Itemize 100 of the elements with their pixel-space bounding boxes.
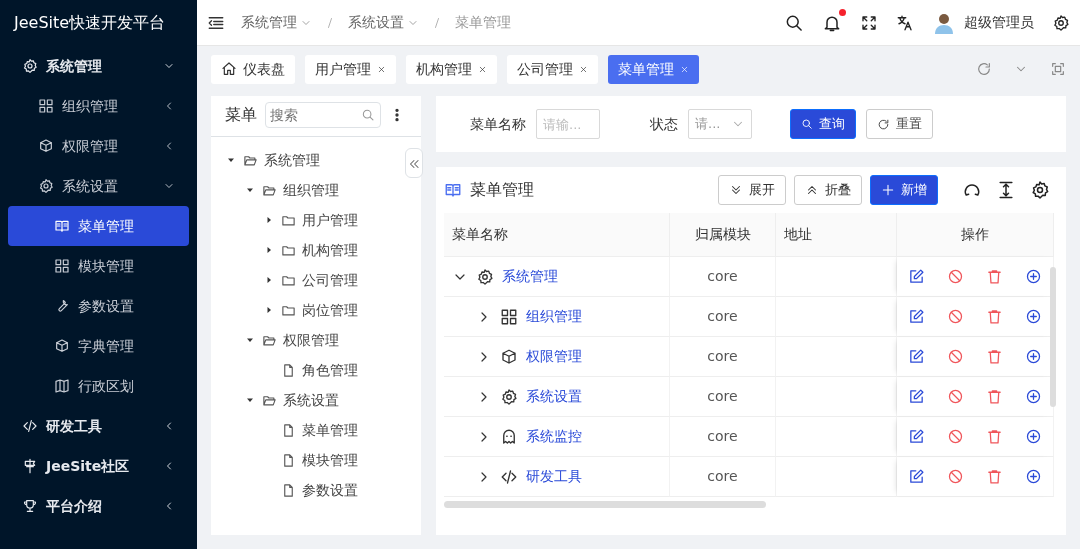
column-header: 操作 [897,213,1054,257]
grid-icon [500,307,518,326]
edit-icon[interactable] [908,468,925,485]
settings-icon[interactable] [1030,180,1050,200]
table-cell: core [670,257,776,297]
tree-node[interactable]: 菜单管理 [211,415,362,445]
translate-icon[interactable] [896,13,914,32]
expand-button[interactable]: 展开 [718,175,786,205]
collapse-button[interactable]: 折叠 [794,175,862,205]
vertical-scrollbar[interactable] [1050,267,1056,407]
collapse-panel-button[interactable] [405,148,423,178]
tree-node[interactable]: 机构管理 [211,235,362,265]
sidebar-item[interactable]: 系统设置 [8,166,189,206]
reload-icon [877,117,890,131]
sidebar-item[interactable]: 组织管理 [8,86,189,126]
edit-icon[interactable] [908,268,925,285]
page-tab[interactable]: 仪表盘 [211,54,295,84]
sidebar-item[interactable]: 系统管理 [8,46,189,86]
page-tab[interactable]: 公司管理 [507,54,598,84]
tree-node[interactable]: 组织管理 [211,175,343,205]
add-circle-icon[interactable] [1025,348,1042,365]
tree-node[interactable]: 模块管理 [211,445,362,475]
file-icon [281,452,296,468]
gear-icon [500,387,518,406]
edit-icon[interactable] [908,428,925,445]
add-circle-icon[interactable] [1025,428,1042,445]
fullscreen-icon[interactable] [860,13,878,32]
field-label: 菜单名称 [470,114,526,134]
trash-icon[interactable] [986,468,1003,485]
add-circle-icon[interactable] [1025,268,1042,285]
tree-node[interactable]: 参数设置 [211,475,362,505]
edit-icon[interactable] [908,388,925,405]
sidebar-item[interactable]: 模块管理 [8,246,189,286]
table-cell: core [670,457,776,497]
tree-node[interactable]: 角色管理 [211,355,362,385]
page-tab[interactable]: 菜单管理 [608,54,699,84]
disable-icon[interactable] [947,348,964,365]
menu-link[interactable]: 系统管理 [502,266,558,287]
sidebar-item[interactable]: 研发工具 [8,406,189,446]
tree-node[interactable]: 权限管理 [211,325,343,355]
menu-link[interactable]: 系统监控 [526,426,582,447]
search-button[interactable]: 查询 [790,109,856,139]
breadcrumb-link[interactable]: 系统设置 [348,12,419,33]
add-circle-icon[interactable] [1025,468,1042,485]
menu-link[interactable]: 研发工具 [526,466,582,487]
disable-icon[interactable] [947,428,964,445]
gear-icon [476,267,494,286]
menu-link[interactable]: 组织管理 [526,306,582,327]
breadcrumb-link[interactable]: 系统管理 [241,12,312,33]
tree-node[interactable]: 用户管理 [211,205,362,235]
add-circle-icon[interactable] [1025,308,1042,325]
trash-icon[interactable] [986,308,1003,325]
trash-icon[interactable] [986,428,1003,445]
search-icon [361,108,375,122]
file-icon [281,362,296,378]
reset-button[interactable]: 重置 [866,109,933,139]
disable-icon[interactable] [947,308,964,325]
tree-node[interactable]: 公司管理 [211,265,362,295]
trash-icon[interactable] [986,348,1003,365]
tree-node[interactable]: 系统设置 [211,385,343,415]
row-height-icon[interactable] [996,180,1016,200]
sidebar-item[interactable]: 权限管理 [8,126,189,166]
sidebar-item[interactable]: 参数设置 [8,286,189,326]
trash-icon[interactable] [986,268,1003,285]
user-name[interactable]: 超级管理员 [964,12,1034,33]
page-tab[interactable]: 用户管理 [305,54,396,84]
code-icon [500,467,518,486]
trash-icon[interactable] [986,388,1003,405]
sidebar-item[interactable]: 字典管理 [8,326,189,366]
close-icon[interactable] [478,64,487,74]
edit-icon[interactable] [908,308,925,325]
table-cell: core [670,417,776,457]
tree-node[interactable]: 系统管理 [211,145,324,175]
menu-link[interactable]: 权限管理 [526,346,582,367]
page-tab[interactable]: 机构管理 [406,54,497,84]
input-field[interactable]: 请输... [536,109,600,139]
close-icon[interactable] [377,64,386,74]
close-icon[interactable] [680,64,689,74]
sidebar-item[interactable]: 菜单管理 [8,206,189,246]
file-icon [281,422,296,438]
cube-icon [38,138,54,154]
reload-icon[interactable] [976,61,992,77]
fit-screen-icon[interactable] [1050,61,1066,77]
disable-icon[interactable] [947,268,964,285]
sidebar-item[interactable]: JeeSite社区 [8,446,189,486]
search-icon [801,118,813,130]
disable-icon[interactable] [947,388,964,405]
search-field[interactable]: 搜索 [265,102,381,128]
add-circle-icon[interactable] [1025,388,1042,405]
horizontal-scrollbar[interactable] [444,501,766,508]
settings-icon[interactable] [1052,13,1070,32]
add-button[interactable]: 新增 [870,175,938,205]
close-icon[interactable] [579,64,588,74]
tree-node[interactable]: 岗位管理 [211,295,362,325]
sidebar-item[interactable]: 行政区划 [8,366,189,406]
disable-icon[interactable] [947,468,964,485]
menu-link[interactable]: 系统设置 [526,386,582,407]
edit-icon[interactable] [908,348,925,365]
sidebar-item[interactable]: 平台介绍 [8,486,189,526]
column-header: 菜单名称 [444,213,670,257]
